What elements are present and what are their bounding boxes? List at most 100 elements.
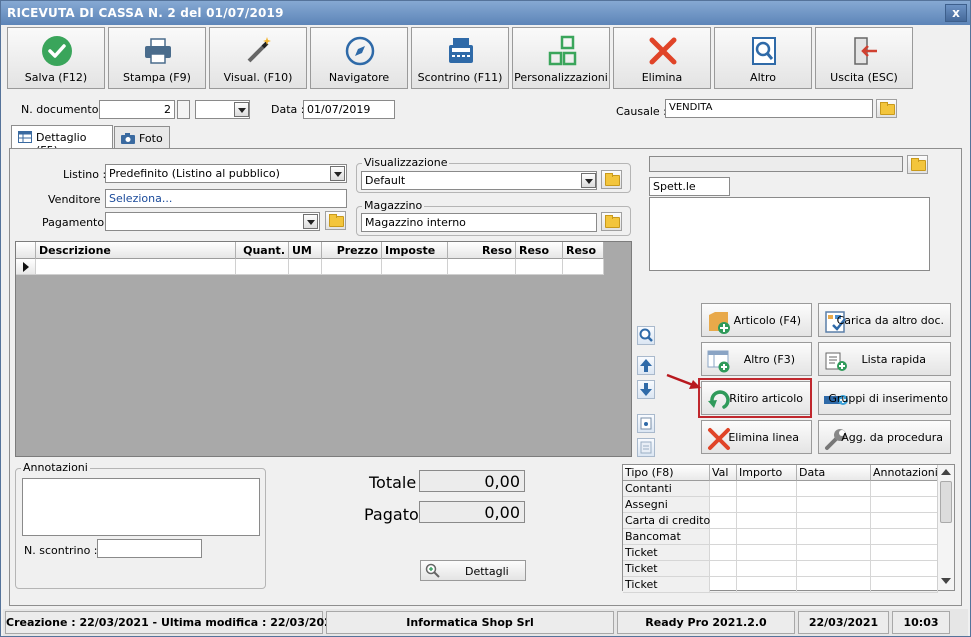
scroll-up-icon[interactable] bbox=[941, 468, 951, 476]
folder-icon[interactable] bbox=[876, 99, 897, 118]
payments-column-header[interactable]: Tipo (F8) bbox=[623, 465, 710, 481]
view-button[interactable]: Visual. (F10) bbox=[209, 27, 307, 89]
table-icon bbox=[18, 131, 32, 143]
payments-column-header[interactable]: Annotazioni bbox=[871, 465, 938, 481]
delete-x-icon bbox=[649, 37, 677, 65]
navigator-button[interactable]: Navigatore bbox=[310, 27, 408, 89]
other-button[interactable]: Altro bbox=[714, 27, 812, 89]
payments-column-header[interactable]: Data bbox=[797, 465, 871, 481]
tab-dettaglio[interactable]: Dettaglio (F5) bbox=[11, 125, 113, 157]
search-icon[interactable] bbox=[637, 326, 655, 345]
causale-input[interactable]: VENDITA bbox=[665, 99, 873, 118]
grid-cell[interactable] bbox=[322, 259, 382, 275]
search-document-icon bbox=[752, 37, 776, 65]
pointer-arrow-icon bbox=[666, 373, 701, 389]
customer-address-field[interactable] bbox=[649, 197, 930, 271]
grid-cell[interactable] bbox=[563, 259, 604, 275]
folder-icon[interactable] bbox=[325, 211, 346, 230]
grid-column-header[interactable]: Imposte bbox=[382, 242, 448, 259]
table-row[interactable]: Bancomat bbox=[623, 529, 938, 545]
customize-button[interactable]: Personalizzazioni bbox=[512, 27, 610, 89]
add-other-button[interactable]: Altro (F3) bbox=[701, 342, 812, 376]
update-from-procedure-button[interactable]: Agg. da procedura bbox=[818, 420, 951, 454]
folder-icon[interactable] bbox=[907, 155, 928, 174]
paste-row-icon[interactable] bbox=[637, 438, 655, 457]
table-row[interactable]: Ticket bbox=[623, 561, 938, 577]
print-button[interactable]: Stampa (F9) bbox=[108, 27, 206, 89]
grid-column-header[interactable]: Prezzo bbox=[322, 242, 382, 259]
tab-foto[interactable]: Foto bbox=[114, 126, 170, 150]
doc-number-input[interactable]: 2 bbox=[99, 100, 175, 119]
delete-line-button[interactable]: Elimina linea bbox=[701, 420, 812, 454]
scroll-thumb[interactable] bbox=[940, 481, 952, 523]
add-article-button[interactable]: Articolo (F4) bbox=[701, 303, 812, 337]
table-row[interactable]: Assegni bbox=[623, 497, 938, 513]
magazzino-input[interactable]: Magazzino interno bbox=[361, 213, 597, 232]
grid-cell[interactable] bbox=[382, 259, 448, 275]
add-other-icon bbox=[707, 350, 730, 373]
grid-cell[interactable] bbox=[289, 259, 322, 275]
details-button[interactable]: Dettagli bbox=[420, 560, 526, 581]
grid-column-header[interactable]: Reso bbox=[516, 242, 563, 259]
quick-list-button[interactable]: Lista rapida bbox=[818, 342, 951, 376]
load-from-doc-button[interactable]: Carica da altro doc. bbox=[818, 303, 951, 337]
table-row[interactable]: Carta di credito bbox=[623, 513, 938, 529]
spett-field[interactable]: Spett.le bbox=[649, 177, 730, 196]
pagamento-select[interactable] bbox=[105, 212, 320, 231]
venditore-input[interactable]: Seleziona... bbox=[105, 189, 347, 208]
chevron-down-icon[interactable] bbox=[330, 166, 345, 181]
table-row[interactable]: Ticket bbox=[623, 545, 938, 561]
arrow-down-icon[interactable] bbox=[637, 380, 655, 399]
grid-cell[interactable] bbox=[236, 259, 289, 275]
grid-squares-icon bbox=[548, 35, 577, 66]
save-button[interactable]: Salva (F12) bbox=[7, 27, 105, 89]
copy-row-icon[interactable] bbox=[637, 414, 655, 433]
camera-icon bbox=[121, 133, 135, 144]
insert-groups-button[interactable]: Gruppi di inserimento bbox=[818, 381, 951, 415]
paid-label: Pagato bbox=[364, 505, 419, 524]
receipt-print-button[interactable]: Scontrino (F11) bbox=[411, 27, 509, 89]
folder-icon[interactable] bbox=[601, 212, 622, 231]
grid-header: Descrizione Quant. UM Prezzo Imposte Res… bbox=[16, 242, 604, 259]
table-row[interactable]: Ticket bbox=[623, 577, 938, 593]
chevron-down-icon[interactable] bbox=[234, 102, 249, 117]
delete-button[interactable]: Elimina bbox=[613, 27, 711, 89]
cash-register-icon bbox=[449, 38, 473, 63]
highlight-frame bbox=[698, 378, 812, 418]
customer-top-field[interactable] bbox=[649, 156, 903, 172]
receipt-window: RICEVUTA DI CASSA N. 2 del 01/07/2019 x … bbox=[0, 0, 971, 637]
scroll-down-icon[interactable] bbox=[941, 577, 951, 585]
grid-column-header[interactable] bbox=[16, 242, 36, 259]
grid-column-header[interactable]: Quant. bbox=[236, 242, 289, 259]
notes-textarea[interactable] bbox=[22, 478, 260, 536]
articles-grid[interactable]: Descrizione Quant. UM Prezzo Imposte Res… bbox=[15, 241, 632, 457]
folder-icon[interactable] bbox=[601, 170, 622, 189]
grid-column-header[interactable]: Reso bbox=[563, 242, 604, 259]
chevron-down-icon[interactable] bbox=[303, 214, 318, 229]
status-time: 10:03 bbox=[892, 611, 950, 634]
exit-button[interactable]: Uscita (ESC) bbox=[815, 27, 913, 89]
payments-column-header[interactable]: Val bbox=[710, 465, 737, 481]
causale-label: Causale : bbox=[616, 105, 667, 118]
date-input[interactable]: 01/07/2019 bbox=[303, 100, 395, 119]
grid-column-header[interactable]: Descrizione bbox=[36, 242, 236, 259]
listino-label: Listino : bbox=[63, 168, 107, 181]
grid-cell[interactable] bbox=[448, 259, 516, 275]
visualizzazione-select[interactable]: Default bbox=[361, 171, 597, 190]
scontrino-input[interactable] bbox=[97, 539, 202, 558]
doc-number-spinner[interactable] bbox=[177, 100, 190, 119]
grid-column-header[interactable]: Reso bbox=[448, 242, 516, 259]
table-row[interactable] bbox=[16, 259, 604, 275]
listino-select[interactable]: Predefinito (Listino al pubblico) bbox=[105, 164, 347, 183]
payments-column-header[interactable]: Importo bbox=[737, 465, 797, 481]
table-row[interactable]: Contanti bbox=[623, 481, 938, 497]
main-toolbar: Salva (F12) Stampa (F9) Visual. (F10) Na… bbox=[7, 27, 967, 89]
grid-column-header[interactable]: UM bbox=[289, 242, 322, 259]
payments-table[interactable]: Tipo (F8) Val Importo Data Annotazioni C… bbox=[622, 464, 955, 593]
payments-scrollbar[interactable] bbox=[937, 465, 954, 590]
grid-cell[interactable] bbox=[36, 259, 236, 275]
chevron-down-icon[interactable] bbox=[581, 173, 596, 188]
arrow-up-icon[interactable] bbox=[637, 356, 655, 375]
grid-cell[interactable] bbox=[516, 259, 563, 275]
close-button[interactable]: x bbox=[945, 4, 967, 22]
